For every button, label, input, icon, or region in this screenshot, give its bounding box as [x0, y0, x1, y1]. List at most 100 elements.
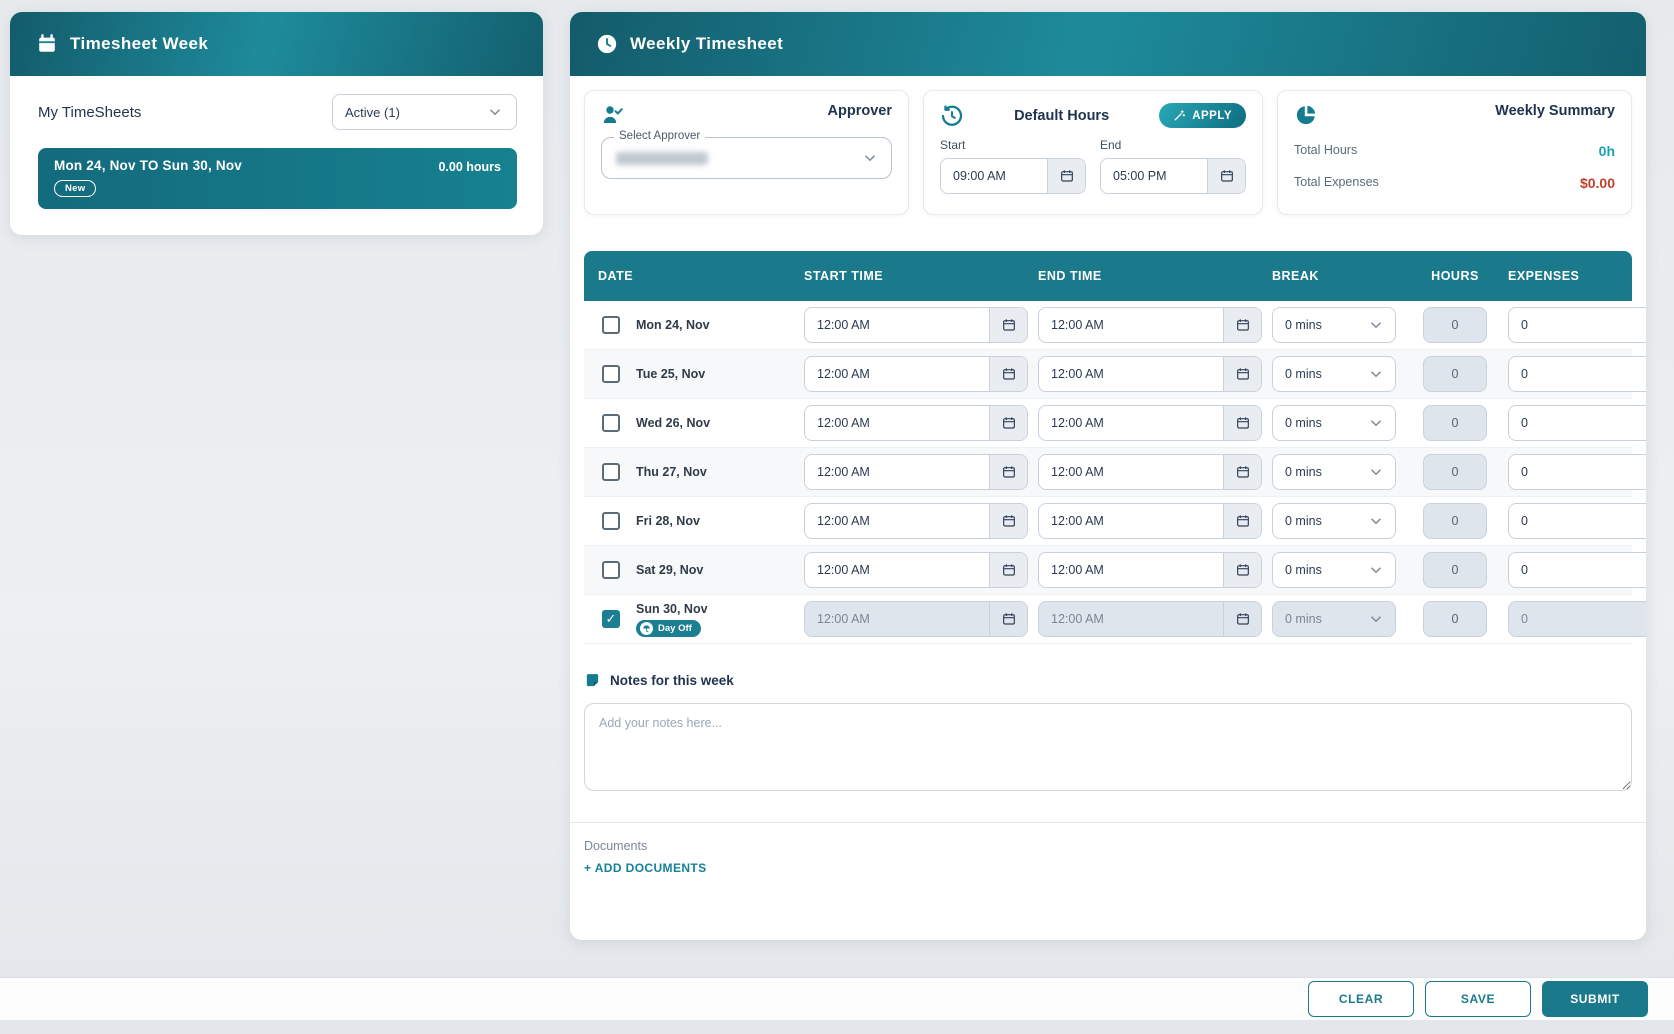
- documents-label: Documents: [584, 839, 1632, 853]
- row-end-time-input[interactable]: [1039, 602, 1223, 636]
- default-start-time-input[interactable]: [941, 159, 1047, 193]
- row-break-select[interactable]: 0 mins: [1272, 552, 1396, 588]
- row-checkbox[interactable]: ✓: [602, 463, 620, 481]
- total-expenses-label: Total Expenses: [1294, 175, 1379, 191]
- week-table-header: DATE START TIME END TIME BREAK HOURS EXP…: [584, 251, 1632, 301]
- timesheet-week-card[interactable]: Mon 24, Nov TO Sun 30, Nov New 0.00 hour…: [38, 148, 517, 209]
- row-start-calendar-button[interactable]: [989, 455, 1027, 489]
- footer-action-bar: CLEAR SAVE SUBMIT: [0, 978, 1674, 1020]
- save-button[interactable]: SAVE: [1425, 981, 1531, 1017]
- row-start-calendar-button[interactable]: [989, 308, 1027, 342]
- row-break-select[interactable]: 0 mins: [1272, 454, 1396, 490]
- new-status-badge: New: [54, 180, 96, 197]
- row-expenses-input[interactable]: [1508, 405, 1646, 441]
- row-expenses-input[interactable]: [1508, 601, 1646, 637]
- timesheet-filter-value: Active (1): [345, 105, 400, 120]
- row-start-time-input[interactable]: [805, 504, 989, 538]
- notes-textarea[interactable]: [584, 703, 1632, 791]
- chevron-down-icon: [1367, 561, 1385, 579]
- calendar-picker-icon: [1235, 366, 1251, 382]
- row-start-time-input[interactable]: [805, 602, 989, 636]
- row-start-calendar-button[interactable]: [989, 357, 1027, 391]
- timesheet-filter-select[interactable]: Active (1): [332, 94, 517, 130]
- weekly-summary-card: Weekly Summary Total Hours 0h Total Expe…: [1277, 90, 1632, 215]
- default-start-calendar-button[interactable]: [1047, 159, 1085, 193]
- clear-button[interactable]: CLEAR: [1308, 981, 1414, 1017]
- row-start-time-input[interactable]: [805, 553, 989, 587]
- day-off-label: Day Off: [658, 623, 692, 634]
- row-expenses-input[interactable]: [1508, 356, 1646, 392]
- row-end-time-input[interactable]: [1039, 553, 1223, 587]
- timesheet-rows: ✓ Mon 24, Nov: [584, 301, 1632, 644]
- calendar-picker-icon: [1001, 611, 1017, 627]
- row-checkbox[interactable]: ✓: [602, 610, 620, 628]
- beach-umbrella-icon: [640, 622, 653, 635]
- row-start-calendar-button[interactable]: [989, 602, 1027, 636]
- timesheet-row: ✓ Thu 27, Nov: [584, 448, 1632, 497]
- default-end-calendar-button[interactable]: [1207, 159, 1245, 193]
- row-start-calendar-button[interactable]: [989, 406, 1027, 440]
- timesheet-row: ✓ Fri 28, Nov: [584, 497, 1632, 546]
- row-end-calendar-button[interactable]: [1223, 602, 1261, 636]
- row-start-time-input[interactable]: [805, 308, 989, 342]
- row-expenses-input[interactable]: [1508, 307, 1646, 343]
- row-checkbox[interactable]: ✓: [602, 512, 620, 530]
- row-end-time-input[interactable]: [1039, 504, 1223, 538]
- row-end-calendar-button[interactable]: [1223, 357, 1261, 391]
- total-expenses-value: $0.00: [1580, 175, 1615, 191]
- row-expenses-input[interactable]: [1508, 552, 1646, 588]
- row-break-select[interactable]: 0 mins: [1272, 356, 1396, 392]
- row-end-calendar-button[interactable]: [1223, 406, 1261, 440]
- row-end-time-input[interactable]: [1039, 455, 1223, 489]
- default-hours-title: Default Hours: [1014, 108, 1109, 124]
- row-end-time-input[interactable]: [1039, 357, 1223, 391]
- row-checkbox[interactable]: ✓: [602, 316, 620, 334]
- row-break-select[interactable]: 0 mins: [1272, 405, 1396, 441]
- row-end-calendar-button[interactable]: [1223, 504, 1261, 538]
- row-date-label: Fri 28, Nov: [636, 514, 700, 528]
- row-checkbox[interactable]: ✓: [602, 414, 620, 432]
- row-end-time-input[interactable]: [1039, 406, 1223, 440]
- start-label: Start: [940, 138, 1086, 152]
- row-end-calendar-button[interactable]: [1223, 553, 1261, 587]
- row-expenses-input[interactable]: [1508, 503, 1646, 539]
- row-end-calendar-button[interactable]: [1223, 455, 1261, 489]
- calendar-picker-icon: [1235, 562, 1251, 578]
- notes-title: Notes for this week: [610, 673, 734, 688]
- col-header-break: BREAK: [1272, 269, 1402, 283]
- approver-select[interactable]: Select Approver: [601, 137, 892, 179]
- row-end-time-input[interactable]: [1039, 308, 1223, 342]
- row-break-select[interactable]: 0 mins: [1272, 307, 1396, 343]
- row-break-select[interactable]: 0 mins: [1272, 503, 1396, 539]
- row-start-calendar-button[interactable]: [989, 504, 1027, 538]
- row-checkbox[interactable]: ✓: [602, 365, 620, 383]
- row-break-select[interactable]: 0 mins: [1272, 601, 1396, 637]
- row-break-value: 0 mins: [1285, 465, 1322, 479]
- row-end-calendar-button[interactable]: [1223, 308, 1261, 342]
- submit-button[interactable]: SUBMIT: [1542, 981, 1648, 1017]
- approver-card: Approver Select Approver: [584, 90, 909, 215]
- row-start-time-input[interactable]: [805, 357, 989, 391]
- chevron-down-icon: [1367, 512, 1385, 530]
- row-hours-input: [1423, 307, 1487, 343]
- calendar-picker-icon: [1235, 464, 1251, 480]
- chevron-down-icon: [1367, 463, 1385, 481]
- timesheet-row: ✓ Wed 26, Nov: [584, 399, 1632, 448]
- calendar-icon: [36, 33, 58, 55]
- row-date-label: Sat 29, Nov: [636, 563, 703, 577]
- row-start-calendar-button[interactable]: [989, 553, 1027, 587]
- apply-default-hours-button[interactable]: APPLY: [1159, 103, 1246, 128]
- check-icon: ✓: [606, 562, 617, 578]
- calendar-picker-icon: [1001, 562, 1017, 578]
- week-table: DATE START TIME END TIME BREAK HOURS EXP…: [584, 251, 1632, 644]
- default-hours-card: Default Hours APPLY Start: [923, 90, 1263, 215]
- row-start-time-input[interactable]: [805, 455, 989, 489]
- add-documents-link[interactable]: + ADD DOCUMENTS: [584, 861, 707, 875]
- row-expenses-input[interactable]: [1508, 454, 1646, 490]
- default-end-time-input[interactable]: [1101, 159, 1207, 193]
- row-start-time-input[interactable]: [805, 406, 989, 440]
- day-off-badge: Day Off: [636, 620, 701, 637]
- timesheet-row: ✓ Sat 29, Nov: [584, 546, 1632, 595]
- row-checkbox[interactable]: ✓: [602, 561, 620, 579]
- timesheet-row: ✓ Tue 25, Nov: [584, 350, 1632, 399]
